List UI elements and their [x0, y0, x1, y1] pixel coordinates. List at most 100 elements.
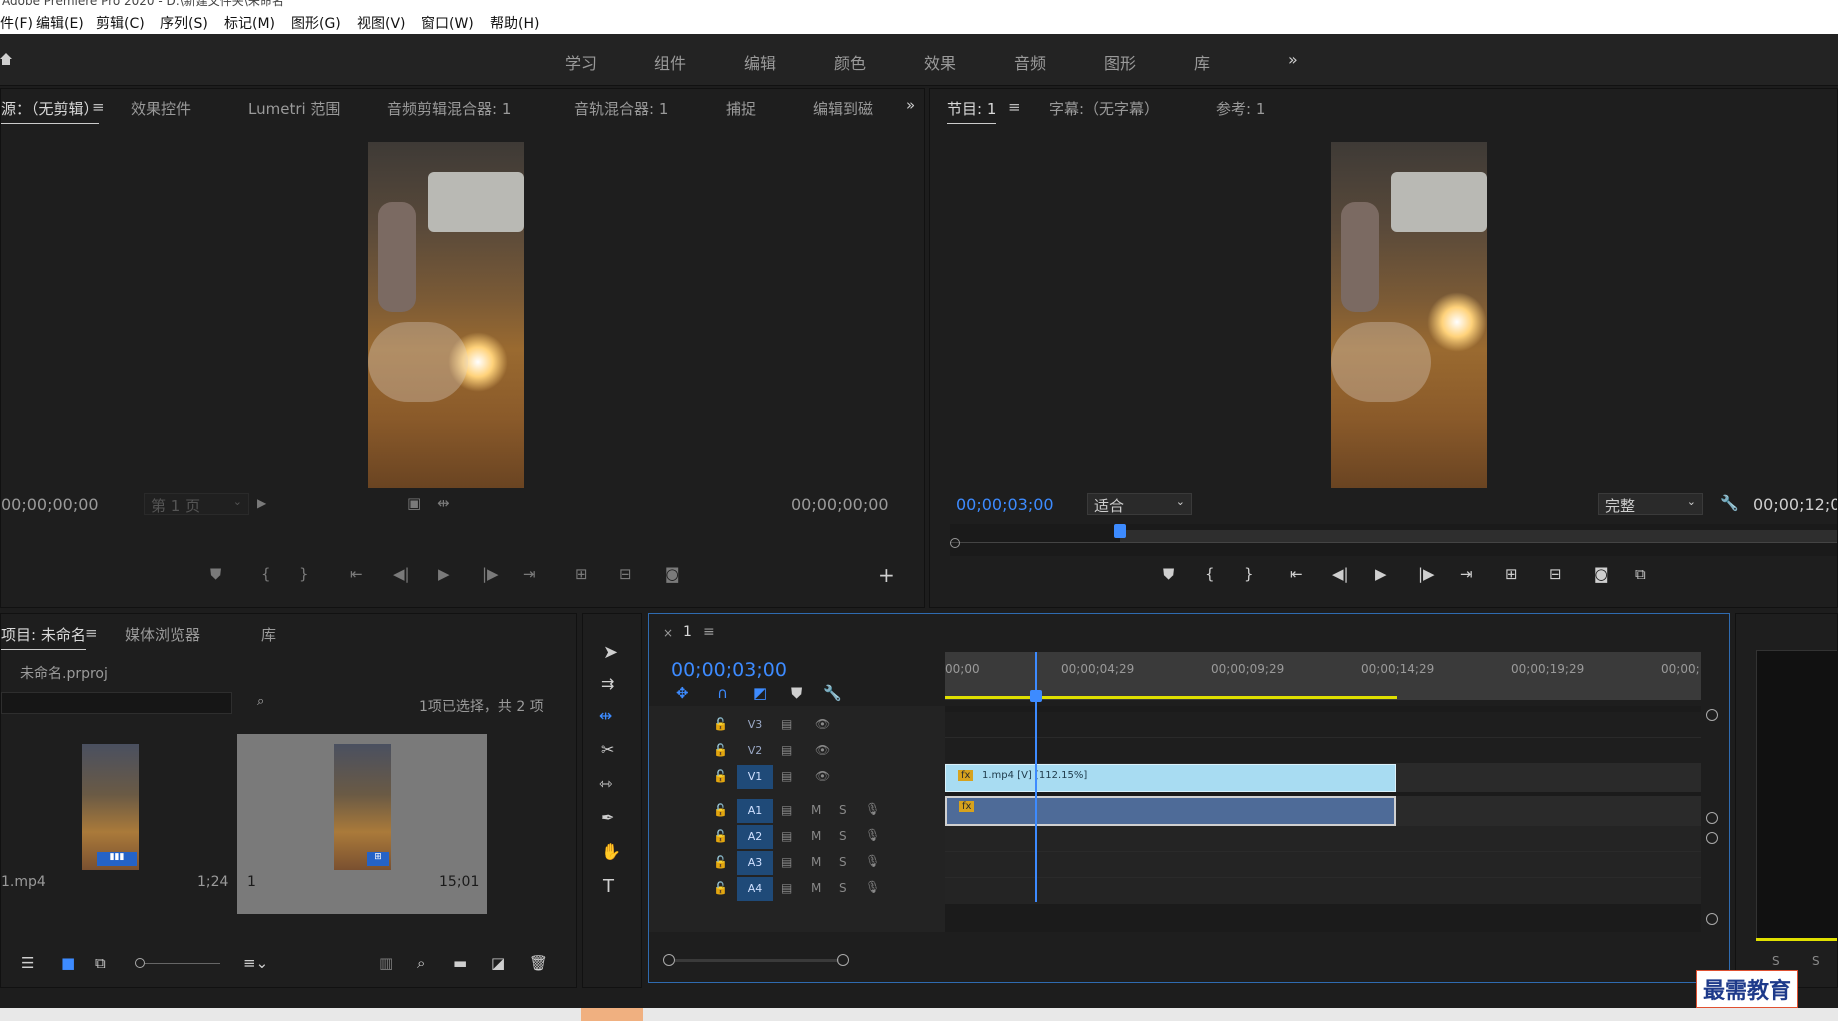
fit-icon[interactable]: ⇹ — [437, 494, 450, 512]
track-label[interactable]: A4 — [737, 877, 773, 901]
solo-button[interactable]: S — [839, 881, 847, 895]
tab-media-browser[interactable]: 媒体浏览器 — [125, 624, 200, 645]
tab-menu-icon[interactable]: ≡ — [92, 98, 105, 116]
quality-select[interactable]: 完整 ⌄ — [1598, 493, 1703, 515]
close-sequence-icon[interactable]: × — [663, 626, 673, 640]
source-timecode-in[interactable]: 00;00;00;00 — [1, 495, 99, 514]
menu-sequence[interactable]: 序列(S) — [160, 13, 208, 33]
track-label[interactable]: V1 — [737, 765, 773, 789]
video-clip[interactable]: fx 1.mp4 [V] [112.15%] — [945, 764, 1396, 792]
hscroll-bar[interactable] — [675, 959, 839, 962]
workspace-audio[interactable]: 音频 — [1014, 50, 1046, 74]
page-next-icon[interactable]: ▶ — [257, 496, 266, 510]
zoom-handle[interactable] — [950, 538, 960, 548]
zoom-slider-track[interactable] — [145, 963, 220, 964]
playhead-handle[interactable] — [1114, 524, 1126, 538]
insert-icon[interactable]: ⊞ — [575, 565, 588, 583]
safe-margins-icon[interactable]: ▣ — [407, 494, 421, 512]
step-back-icon[interactable]: ◀| — [393, 565, 410, 583]
play-icon[interactable]: ▶ — [438, 565, 450, 583]
workspace-learn[interactable]: 学习 — [565, 50, 597, 74]
slip-tool-icon[interactable]: ⇿ — [599, 774, 612, 793]
solo-button[interactable]: S — [839, 803, 847, 817]
go-to-in-icon[interactable]: ⇤ — [350, 565, 363, 583]
mute-button[interactable]: M — [811, 803, 821, 817]
add-marker-icon[interactable]: ⛊ — [1163, 565, 1174, 583]
taskbar-item[interactable] — [581, 1008, 643, 1021]
export-frame-icon[interactable]: ◙ — [1594, 565, 1609, 583]
sync-lock-icon[interactable]: ▤ — [781, 829, 792, 843]
settings-wrench-icon[interactable]: 🔧 — [1720, 494, 1739, 512]
tab-effect-controls[interactable]: 效果控件 — [131, 98, 191, 119]
lane-v2[interactable] — [945, 738, 1701, 764]
tab-libraries[interactable]: 库 — [261, 624, 276, 645]
menu-edit[interactable]: 编辑(E) — [36, 13, 84, 33]
hand-tool-icon[interactable]: ✋ — [601, 842, 621, 861]
tab-source[interactable]: 源：（无剪辑） — [1, 98, 99, 124]
track-select-tool-icon[interactable]: ⇉ — [601, 674, 614, 693]
go-to-in-icon[interactable]: ⇤ — [1290, 565, 1303, 583]
more-workspaces-icon[interactable]: » — [1288, 50, 1298, 69]
eye-icon[interactable]: 👁 — [815, 769, 830, 783]
project-item-2-selected[interactable]: ⊞ 1 15;01 — [237, 734, 487, 914]
export-frame-icon[interactable]: ◙ — [665, 565, 680, 583]
tab-capture[interactable]: 捕捉 — [726, 98, 756, 119]
sync-lock-icon[interactable]: ▤ — [781, 769, 792, 783]
extract-icon[interactable]: ⊟ — [1549, 565, 1562, 583]
compare-view-icon[interactable]: ⧉ — [1635, 565, 1646, 583]
lane-a3[interactable] — [945, 852, 1701, 878]
sync-lock-icon[interactable]: ▤ — [781, 855, 792, 869]
trash-icon[interactable]: 🗑 — [529, 954, 548, 972]
go-to-out-icon[interactable]: ⇥ — [1460, 565, 1473, 583]
tab-reference[interactable]: 参考: 1 — [1216, 98, 1265, 119]
menu-graphics[interactable]: 图形(G) — [291, 13, 341, 33]
mark-in-icon[interactable]: { — [1205, 565, 1215, 583]
program-scrubber[interactable] — [950, 524, 1837, 556]
ripple-edit-tool-icon[interactable]: ⇹ — [599, 706, 612, 725]
lane-a4[interactable] — [945, 878, 1701, 904]
step-forward-icon[interactable]: |▶ — [1418, 565, 1435, 583]
selection-tool-icon[interactable]: ➤ — [603, 642, 618, 663]
zoom-slider-handle[interactable] — [135, 958, 145, 968]
lane-a2[interactable] — [945, 826, 1701, 852]
microphone-icon[interactable]: 🎙 — [865, 854, 880, 868]
solo-button[interactable]: S — [839, 829, 847, 843]
workspace-assembly[interactable]: 组件 — [654, 50, 686, 74]
lock-icon[interactable]: 🔓 — [713, 881, 728, 895]
new-bin-icon[interactable]: ▬ — [453, 954, 467, 972]
sync-lock-icon[interactable]: ▤ — [781, 803, 792, 817]
lock-icon[interactable]: 🔓 — [713, 803, 728, 817]
hscroll-left-handle[interactable] — [663, 954, 675, 966]
add-button-icon[interactable]: + — [878, 563, 895, 587]
workspace-libraries[interactable]: 库 — [1194, 50, 1210, 74]
freeform-view-icon[interactable]: ⧉ — [95, 954, 106, 972]
new-item-icon[interactable]: ◪ — [491, 954, 505, 972]
track-label[interactable]: A1 — [737, 799, 773, 823]
tab-lumetri-scopes[interactable]: Lumetri 范围 — [248, 98, 340, 119]
workspace-editing[interactable]: 编辑 — [744, 50, 776, 74]
track-label[interactable]: A3 — [737, 851, 773, 875]
timeline-settings-icon[interactable]: 🔧 — [823, 684, 842, 702]
workspace-effects[interactable]: 效果 — [924, 50, 956, 74]
lock-icon[interactable]: 🔓 — [713, 743, 728, 757]
overwrite-icon[interactable]: ⊟ — [619, 565, 632, 583]
list-view-icon[interactable]: ☰ — [21, 954, 34, 972]
automate-to-sequence-icon[interactable]: ▥ — [379, 954, 393, 972]
hscroll-right-handle[interactable] — [837, 954, 849, 966]
work-area-bar[interactable] — [945, 696, 1397, 699]
mute-button[interactable]: M — [811, 829, 821, 843]
time-ruler[interactable]: 00;00 00;00;04;29 00;00;09;29 00;00;14;2… — [945, 652, 1701, 700]
tab-audio-track-mixer[interactable]: 音轨混合器: 1 — [574, 98, 668, 119]
mark-out-icon[interactable]: } — [299, 565, 309, 583]
microphone-icon[interactable]: 🎙 — [865, 880, 880, 894]
eye-icon[interactable]: 👁 — [815, 743, 830, 757]
more-tabs-icon[interactable]: » — [906, 96, 915, 114]
lock-icon[interactable]: 🔓 — [713, 829, 728, 843]
track-label[interactable]: V2 — [737, 739, 773, 763]
tab-audio-clip-mixer[interactable]: 音频剪辑混合器: 1 — [387, 98, 511, 119]
icon-view-icon[interactable]: ■ — [61, 954, 75, 972]
lock-icon[interactable]: 🔓 — [713, 717, 728, 731]
meter-solo-right[interactable]: S — [1812, 954, 1820, 968]
mark-in-icon[interactable]: { — [261, 565, 271, 583]
solo-button[interactable]: S — [839, 855, 847, 869]
